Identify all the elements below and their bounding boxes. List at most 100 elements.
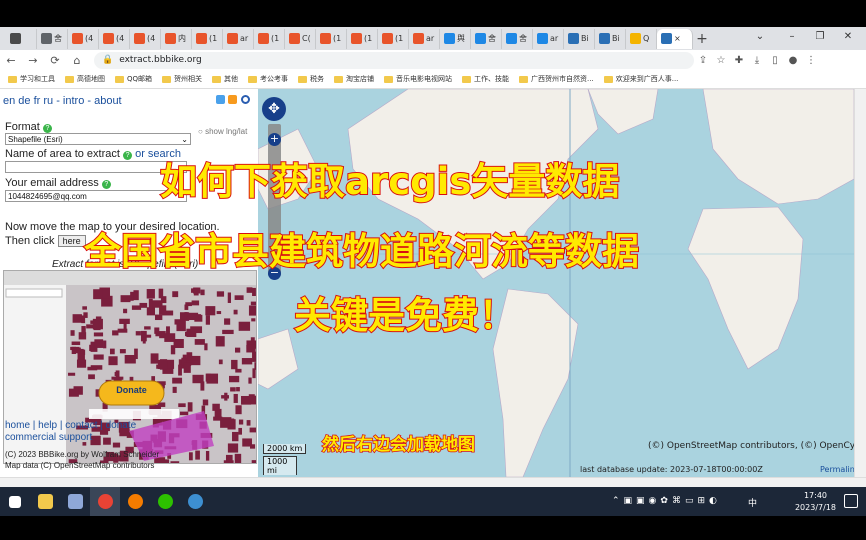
minimize-button[interactable]: – bbox=[780, 27, 804, 47]
bookmarks-bar: 学习和工具 高德地图 QQ邮箱 贺州相关 其他 考公考事 税务 淘宝店铺 音乐电影电视网站 工作、… bbox=[0, 70, 866, 89]
browser-tab[interactable]: 内 bbox=[161, 28, 192, 49]
browser-tab[interactable]: (4 bbox=[99, 28, 130, 49]
home-icon[interactable]: ⌂ bbox=[66, 54, 88, 67]
zoom-in-icon[interactable]: + bbox=[268, 133, 281, 146]
bookmark-item[interactable]: 考公考事 bbox=[248, 74, 288, 84]
taskbar-chrome[interactable] bbox=[90, 487, 120, 516]
browser-tab[interactable]: ar bbox=[533, 28, 564, 49]
browser-tab[interactable] bbox=[6, 28, 37, 49]
taskbar-app[interactable] bbox=[60, 487, 90, 516]
browser-tab[interactable]: Bi bbox=[595, 28, 626, 49]
start-button[interactable] bbox=[0, 487, 30, 516]
pan-control-icon[interactable]: ✥ bbox=[262, 97, 286, 121]
reload-icon[interactable]: ⟳ bbox=[44, 54, 66, 67]
tab-search-icon[interactable]: ⌄ bbox=[748, 27, 772, 47]
browser-tab[interactable]: Bi bbox=[564, 28, 595, 49]
back-icon[interactable]: ← bbox=[0, 54, 22, 67]
rss-icon[interactable] bbox=[228, 95, 237, 104]
star-icon[interactable]: ☆ bbox=[712, 55, 730, 66]
commercial-support-link[interactable]: commercial support bbox=[5, 432, 92, 443]
browser-tab[interactable]: ar bbox=[409, 28, 440, 49]
bookmark-item[interactable]: 学习和工具 bbox=[8, 74, 55, 84]
browser-tab[interactable]: ar bbox=[223, 28, 254, 49]
bookmark-item[interactable]: 高德地图 bbox=[65, 74, 105, 84]
forward-icon[interactable]: → bbox=[22, 54, 44, 67]
taskbar-explorer[interactable] bbox=[30, 487, 60, 516]
profile-icon[interactable]: ● bbox=[784, 55, 802, 66]
bookmark-item[interactable]: QQ邮箱 bbox=[115, 74, 152, 84]
browser-tab[interactable]: (1 bbox=[254, 28, 285, 49]
footer-links[interactable]: home | help | contact | donate bbox=[5, 420, 136, 431]
ime-indicator[interactable]: 中 bbox=[748, 496, 757, 509]
show-lnglat-checkbox[interactable]: ○ show lng/lat bbox=[198, 127, 247, 136]
world-map[interactable]: ✥ + − 2000 km 1000 mi (©) OpenStreetMap … bbox=[258, 89, 854, 477]
bookmark-item[interactable]: 音乐电影电视网站 bbox=[384, 74, 452, 84]
taskbar-search[interactable] bbox=[120, 487, 150, 516]
folder-icon bbox=[519, 75, 529, 83]
taskbar-wechat[interactable] bbox=[150, 487, 180, 516]
building-shape bbox=[216, 311, 222, 315]
download-icon[interactable]: ⤓ bbox=[748, 55, 766, 66]
sidepanel-icon[interactable]: ▯ bbox=[766, 55, 784, 66]
language-links[interactable]: en de fr ru - intro - about bbox=[3, 95, 122, 107]
building-shape bbox=[193, 287, 201, 294]
notification-icon[interactable] bbox=[844, 494, 858, 508]
donate-button[interactable]: Donate bbox=[99, 385, 164, 395]
building-shape bbox=[238, 321, 251, 331]
browser-tab[interactable]: 舍 bbox=[37, 28, 68, 49]
building-shape bbox=[252, 351, 256, 362]
bookmark-item[interactable]: 工作、技能 bbox=[462, 74, 509, 84]
browser-tab[interactable]: (1 bbox=[192, 28, 223, 49]
taskbar-app2[interactable] bbox=[180, 487, 210, 516]
bookmark-item[interactable]: 其他 bbox=[212, 74, 238, 84]
web-page: en de fr ru - intro - about Format ? Sha… bbox=[0, 89, 866, 477]
folder-icon bbox=[384, 75, 394, 83]
extensions-icon[interactable]: ✚ bbox=[730, 55, 748, 66]
maximize-button[interactable]: ❐ bbox=[808, 27, 832, 47]
browser-tab[interactable]: (4 bbox=[68, 28, 99, 49]
browser-tab[interactable]: (4 bbox=[130, 28, 161, 49]
vertical-scrollbar[interactable] bbox=[854, 89, 866, 477]
permalink-link[interactable]: Permalink bbox=[820, 465, 854, 474]
browser-tab[interactable]: 舆 bbox=[440, 28, 471, 49]
browser-tab[interactable]: Q bbox=[626, 28, 657, 49]
system-tray-icons[interactable]: ⌃▣▣◉✿⌘▭⊞◐ bbox=[612, 496, 721, 506]
building-shape bbox=[206, 373, 219, 384]
tab-favicon-icon bbox=[320, 33, 331, 44]
building-shape bbox=[248, 305, 256, 316]
format-select[interactable]: Shapefile (Esri) ⌄ bbox=[5, 133, 191, 145]
browser-tab[interactable]: (1 bbox=[316, 28, 347, 49]
bookmark-item[interactable]: 欢迎来到广西人事... bbox=[603, 74, 678, 84]
menu-icon[interactable]: ⋮ bbox=[802, 55, 820, 66]
clock[interactable]: 17:40 2023/7/18 bbox=[795, 490, 836, 514]
map-canvas[interactable] bbox=[258, 89, 854, 477]
help-icon[interactable]: ? bbox=[123, 151, 133, 160]
building-shape bbox=[212, 403, 220, 411]
browser-tab[interactable]: 舍 bbox=[471, 28, 502, 49]
bookmark-item[interactable]: 广西贺州市自然资... bbox=[519, 74, 594, 84]
bookmark-item[interactable]: 淘宝店铺 bbox=[334, 74, 374, 84]
building-shape bbox=[111, 376, 124, 380]
here-button[interactable]: here bbox=[57, 235, 86, 247]
share-icon[interactable]: ⇪ bbox=[694, 55, 712, 66]
globe-icon[interactable] bbox=[241, 95, 250, 104]
format-label: Format ? bbox=[5, 121, 52, 133]
building-shape bbox=[249, 427, 256, 433]
overlay-title-line2: 全国省市县建筑物道路河流等数据 bbox=[83, 229, 640, 274]
help-icon[interactable]: ? bbox=[101, 180, 111, 189]
close-window-button[interactable]: ✕ bbox=[836, 27, 860, 47]
twitter-icon[interactable] bbox=[216, 95, 225, 104]
browser-tab[interactable]: 舍 bbox=[502, 28, 533, 49]
browser-tab[interactable]: × bbox=[657, 28, 693, 49]
help-icon[interactable]: ? bbox=[42, 124, 52, 133]
bookmark-item[interactable]: 税务 bbox=[298, 74, 324, 84]
bookmark-item[interactable]: 贺州相关 bbox=[162, 74, 202, 84]
building-shape bbox=[187, 356, 198, 361]
browser-tab[interactable]: (1 bbox=[347, 28, 378, 49]
horizontal-scrollbar[interactable] bbox=[0, 477, 866, 487]
browser-tab[interactable]: C( bbox=[285, 28, 316, 49]
new-tab-button[interactable]: + bbox=[693, 31, 711, 47]
browser-tab[interactable]: (1 bbox=[378, 28, 409, 49]
url-input[interactable]: 🔒 extract.bbbike.org bbox=[94, 51, 694, 69]
greenland bbox=[587, 89, 659, 135]
